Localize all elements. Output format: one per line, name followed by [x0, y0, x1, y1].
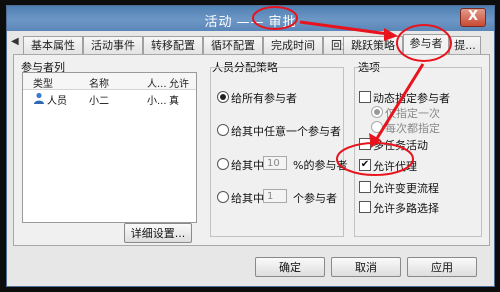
checkbox-allow-change-flow[interactable]: [359, 181, 371, 193]
tab-more[interactable]: 提...: [449, 36, 481, 55]
table-row[interactable]: 人员 小二 小... 真: [23, 91, 196, 107]
row-type: 人员: [47, 96, 67, 107]
option-allow-delegate-label: 允许代理: [373, 160, 417, 173]
radio-all[interactable]: [217, 91, 229, 103]
col-person[interactable]: 人...: [147, 75, 167, 90]
title-approval: 审批: [268, 15, 297, 30]
cancel-button[interactable]: 取消: [331, 257, 401, 277]
strategy-any-one-label: 给其中任意一个参与者: [231, 125, 341, 138]
option-specify-each-label: 每次都指定: [385, 122, 440, 135]
participants-list[interactable]: 类型 名称 人... 允许 人员 小二 小... 真: [22, 72, 197, 223]
option-specify-each[interactable]: 每次都指定: [371, 119, 469, 135]
checkbox-dynamic-participant[interactable]: [359, 91, 371, 103]
col-allow[interactable]: 允许: [169, 75, 189, 90]
dialog-footer: 确定 取消 应用: [7, 246, 494, 286]
activity-dialog: 活动——审批 X ◀ 基本属性 活动事件 转移配置 循环配置 完成时间 回退设置…: [6, 5, 495, 287]
close-button[interactable]: X: [460, 8, 486, 27]
option-allow-change-flow-label: 允许变更流程: [373, 182, 439, 195]
tab-loop-config[interactable]: 循环配置: [203, 36, 263, 55]
option-multi-task[interactable]: 多任务活动: [359, 136, 469, 152]
col-type[interactable]: 类型: [33, 75, 53, 90]
strategy-percent[interactable]: 给其中 10 %的参与者: [217, 156, 347, 172]
option-allow-multi-route-label: 允许多路选择: [373, 202, 439, 215]
tab-scroll-left-icon[interactable]: ◀: [11, 36, 19, 47]
user-icon: [34, 92, 44, 104]
tab-activity-events[interactable]: 活动事件: [83, 36, 143, 55]
radio-count[interactable]: [217, 191, 229, 203]
radio-specify-once[interactable]: [371, 106, 383, 118]
checkbox-allow-delegate[interactable]: ✔: [359, 159, 371, 171]
percent-input[interactable]: 10: [263, 156, 287, 170]
radio-specify-each[interactable]: [371, 121, 383, 133]
tab-basic-properties[interactable]: 基本属性: [23, 36, 83, 55]
apply-button[interactable]: 应用: [407, 257, 477, 277]
strategy-all-label: 给所有参与者: [231, 92, 297, 105]
ok-button[interactable]: 确定: [255, 257, 325, 277]
checkbox-multi-task[interactable]: [359, 138, 371, 150]
list-header: 类型 名称 人... 允许: [23, 73, 196, 90]
strategy-percent-suffix: %的参与者: [293, 159, 348, 172]
option-dynamic-participant[interactable]: 动态指定参与者: [359, 89, 469, 105]
option-allow-multi-route[interactable]: 允许多路选择: [359, 199, 469, 215]
strategy-all[interactable]: 给所有参与者: [217, 89, 327, 105]
row-person: 小...: [147, 96, 167, 107]
row-name: 小二: [89, 96, 109, 107]
tab-completion-time[interactable]: 完成时间: [263, 36, 323, 55]
title-bar: 活动 —— 审批 X: [7, 6, 494, 31]
count-input[interactable]: 1: [263, 189, 287, 203]
strategy-count[interactable]: 给其中 1 个参与者: [217, 189, 337, 205]
detail-settings-button[interactable]: 详细设置...: [124, 223, 192, 243]
strategy-count-suffix: 个参与者: [293, 192, 337, 205]
screenshot-frame: 活动——审批 X ◀ 基本属性 活动事件 转移配置 循环配置 完成时间 回退设置…: [0, 0, 500, 292]
tab-jump-strategy[interactable]: 跳跃策略: [343, 36, 403, 55]
window-title: 活动 —— 审批: [7, 11, 494, 30]
tab-transfer-config[interactable]: 转移配置: [143, 36, 203, 55]
title-activity: 活动: [204, 15, 233, 30]
row-allow: 真: [169, 96, 179, 107]
option-specify-once[interactable]: 仅指定一次: [371, 104, 469, 120]
radio-any-one[interactable]: [217, 124, 229, 136]
tab-strip: ◀ 基本属性 活动事件 转移配置 循环配置 完成时间 回退设置 跳跃策略 参与者…: [7, 34, 494, 55]
col-name[interactable]: 名称: [89, 75, 109, 90]
radio-percent[interactable]: [217, 158, 229, 170]
option-allow-delegate[interactable]: ✔ 允许代理: [359, 157, 469, 173]
strategy-percent-prefix: 给其中: [231, 159, 264, 172]
option-allow-change-flow[interactable]: 允许变更流程: [359, 179, 469, 195]
strategy-any-one[interactable]: 给其中任意一个参与者: [217, 122, 341, 138]
tab-participants[interactable]: 参与者: [403, 34, 449, 55]
title-separator: ——: [236, 15, 265, 30]
option-multi-task-label: 多任务活动: [373, 139, 428, 152]
checkbox-allow-multi-route[interactable]: [359, 201, 371, 213]
strategy-count-prefix: 给其中: [231, 192, 264, 205]
